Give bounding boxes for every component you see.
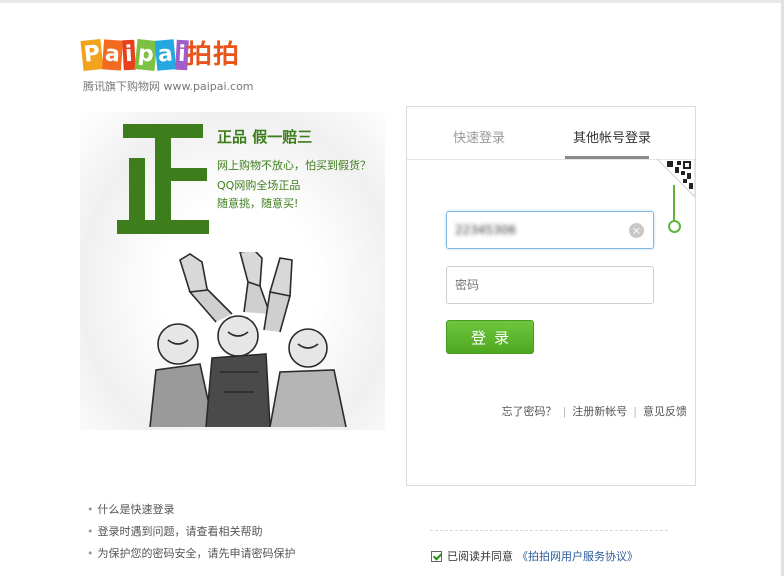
logo-subtitle: 腾讯旗下购物网 www.paipai.com: [83, 80, 254, 93]
tab-quick-login[interactable]: 快速登录: [453, 127, 505, 146]
qr-code-icon[interactable]: [657, 159, 695, 197]
active-tab-indicator: [565, 156, 649, 159]
help-link-password-protection[interactable]: 为保护您的密码安全，请先申请密码保护: [98, 547, 296, 560]
logo-letter: a: [102, 39, 124, 71]
account-links: 忘了密码？ | 注册新帐号 | 意见反馈: [502, 403, 687, 419]
agreement-row: 已阅读并同意 《拍拍网用户服务协议》: [431, 548, 638, 564]
clear-input-icon[interactable]: ×: [629, 223, 644, 238]
bullet: •: [87, 547, 94, 560]
help-link-quick-login[interactable]: 什么是快速登录: [98, 503, 175, 516]
tab-other-account-login[interactable]: 其他帐号登录: [573, 127, 651, 146]
service-agreement-link[interactable]: 《拍拍网用户服务协议》: [517, 548, 638, 564]
qr-connector-line: [673, 185, 675, 223]
zheng-genuine-character-icon: [117, 124, 209, 236]
logo-letter: a: [155, 39, 177, 71]
promo-line: QQ网购全场正品: [217, 179, 301, 192]
username-field[interactable]: ×: [446, 211, 654, 249]
username-input[interactable]: [455, 221, 625, 239]
logo-letter: p: [134, 39, 157, 71]
feedback-link[interactable]: 意见反馈: [643, 405, 687, 418]
logo-letter: i: [122, 39, 136, 71]
agreement-checkbox[interactable]: [431, 550, 442, 562]
list-item: • 什么是快速登录: [87, 503, 296, 525]
paipai-logo[interactable]: Paipai 拍拍 腾讯旗下购物网 www.paipai.com: [80, 34, 254, 93]
link-separator: |: [633, 405, 637, 418]
bullet: •: [87, 525, 94, 538]
bullet: •: [87, 503, 94, 516]
paipai-logo-mark: Paipai: [80, 34, 189, 71]
promo-line: 网上购物不放心，怕买到假货？: [217, 159, 371, 172]
password-input[interactable]: [455, 276, 625, 294]
top-border: [0, 0, 784, 3]
list-item: • 登录时遇到问题，请查看相关帮助: [87, 525, 296, 547]
login-button[interactable]: 登录: [446, 320, 534, 354]
login-panel: 快速登录 其他帐号登录 × 登录 忘了密码？ | 注册新帐号 | 意见反馈: [406, 106, 696, 486]
forgot-password-link[interactable]: 忘了密码？: [502, 405, 557, 418]
password-field[interactable]: [446, 266, 654, 304]
help-list: • 什么是快速登录 • 登录时遇到问题，请查看相关帮助 • 为保护您的密码安全，请先申…: [87, 503, 296, 569]
cheering-workers-illustration: [149, 252, 347, 427]
promo-line: 随意挑，随意买!: [217, 197, 299, 210]
login-tabs: 快速登录 其他帐号登录: [407, 107, 695, 160]
link-separator: |: [562, 405, 567, 418]
agreement-text: 已阅读并同意: [447, 550, 513, 563]
paipai-brand-name: 拍拍: [186, 40, 241, 70]
logo-letter: P: [80, 39, 104, 71]
help-link-login-problems[interactable]: 登录时遇到问题，请查看相关帮助: [98, 525, 263, 538]
promo-banner: 正品 假一赔三 网上购物不放心，怕买到假货？ QQ网购全场正品 随意挑，随意买!: [80, 112, 385, 430]
register-link[interactable]: 注册新帐号: [572, 405, 627, 418]
list-item: • 为保护您的密码安全，请先申请密码保护: [87, 547, 296, 569]
promo-title: 正品 假一赔三: [217, 128, 313, 146]
divider: [430, 530, 668, 531]
qr-connector-dot: [668, 220, 681, 233]
